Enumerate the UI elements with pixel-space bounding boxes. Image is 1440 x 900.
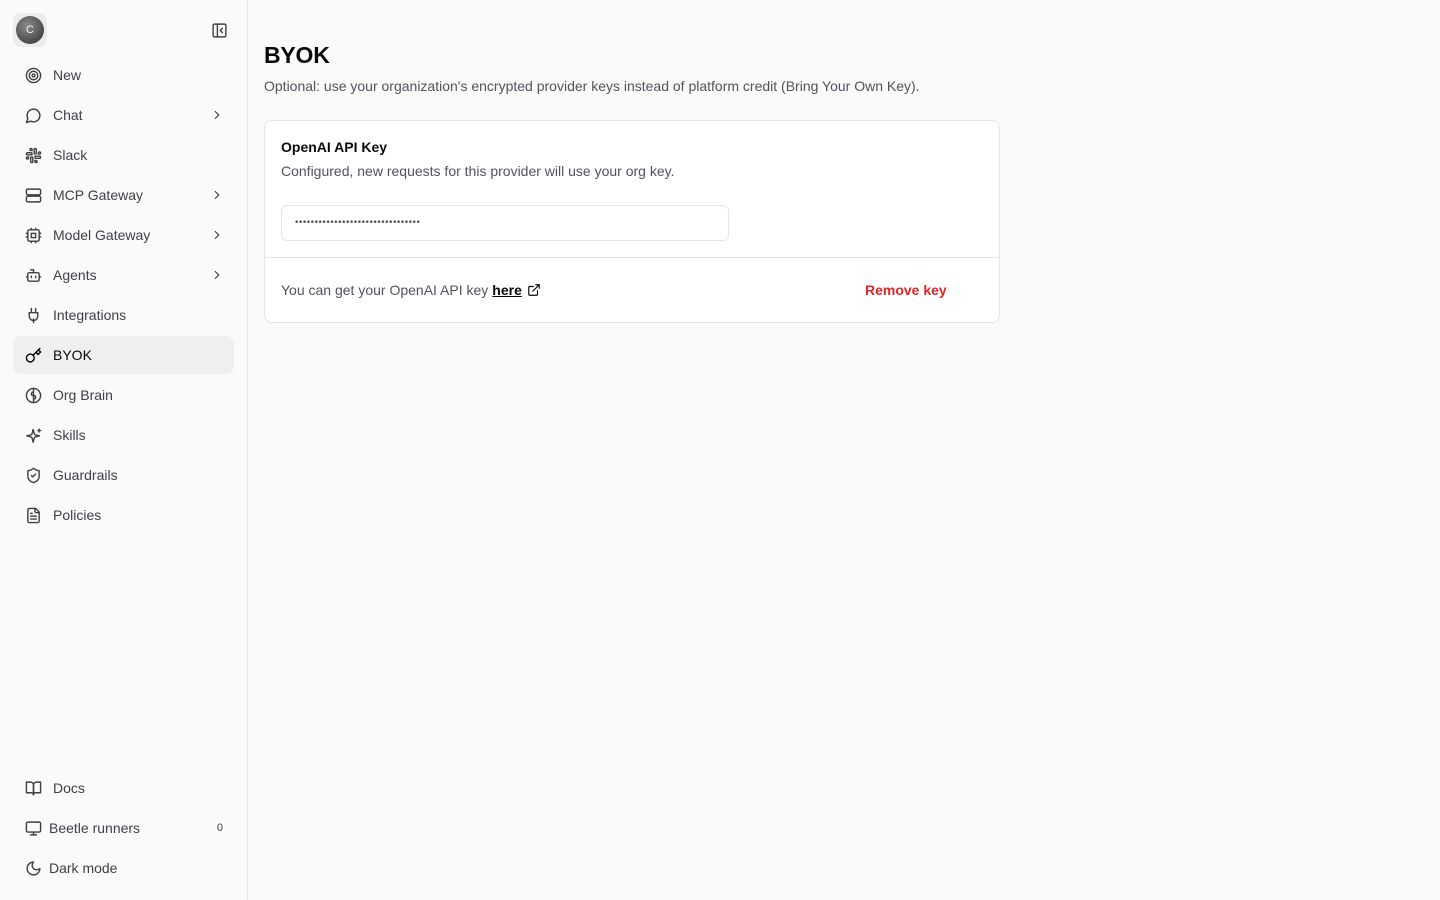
page-subtitle: Optional: use your organization's encryp… (264, 78, 920, 94)
collapse-sidebar-button[interactable] (209, 20, 229, 40)
sidebar-item-label: Chat (53, 107, 83, 123)
openai-key-card: OpenAI API Key Configured, new requests … (264, 120, 1000, 323)
external-link-icon (527, 283, 541, 297)
avatar: C (16, 16, 44, 44)
sidebar-footer: Docs Beetle runners 0 Dark mode (13, 769, 234, 889)
api-key-masked-value: •••••••••••••••••••••••••••••••• (294, 218, 421, 228)
sidebar-item-label: BYOK (53, 347, 92, 363)
main-content: BYOK Optional: use your organization's e… (248, 0, 1440, 900)
sidebar-item-label: Agents (53, 267, 97, 283)
card-footer: You can get your OpenAI API key here (281, 282, 541, 298)
cpu-icon (24, 226, 42, 244)
monitor-icon (24, 819, 42, 837)
remove-key-button[interactable]: Remove key (865, 282, 947, 298)
sidebar-item-slack[interactable]: Slack (13, 136, 234, 174)
sidebar-item-new[interactable]: New (13, 56, 234, 94)
footer-text: You can get your OpenAI API key (281, 282, 489, 298)
sidebar-item-label: New (53, 67, 82, 83)
dark-mode-label: Dark mode (49, 860, 118, 876)
shield-check-icon (24, 466, 42, 484)
link-label: here (492, 282, 522, 298)
sidebar-item-docs[interactable]: Docs (13, 769, 234, 807)
sidebar-item-label: Policies (53, 507, 102, 523)
sidebar-nav: New Chat Slack MCP Gateway Model Gateway… (13, 56, 234, 536)
page-title: BYOK (264, 42, 330, 68)
runners-count-badge: 0 (216, 822, 223, 834)
bot-icon (24, 266, 42, 284)
sidebar-item-label: Integrations (53, 307, 127, 323)
sidebar-item-org-brain[interactable]: Org Brain (13, 376, 234, 414)
get-key-link[interactable]: here (492, 282, 541, 298)
panel-left-close-icon (211, 22, 227, 38)
sidebar-item-label: MCP Gateway (53, 187, 143, 203)
chevron-right-icon (210, 188, 224, 202)
sidebar-item-integrations[interactable]: Integrations (13, 296, 234, 334)
plug-icon (24, 306, 42, 324)
card-description: Configured, new requests for this provid… (281, 163, 675, 179)
book-open-icon (24, 779, 42, 797)
sidebar-header: C (0, 0, 247, 60)
slack-icon (24, 146, 42, 164)
card-title: OpenAI API Key (281, 139, 388, 155)
sidebar: C New Chat Slack MCP Gateway Model Gatew… (0, 0, 248, 900)
moon-icon (24, 859, 42, 877)
sidebar-item-guardrails[interactable]: Guardrails (13, 456, 234, 494)
sidebar-item-agents[interactable]: Agents (13, 256, 234, 294)
sidebar-item-label: Skills (53, 427, 86, 443)
api-key-input[interactable]: •••••••••••••••••••••••••••••••• (281, 205, 729, 241)
sidebar-item-label: Docs (53, 780, 85, 796)
sidebar-item-label: Slack (53, 147, 88, 163)
key-icon (24, 346, 42, 364)
sidebar-item-chat[interactable]: Chat (13, 96, 234, 134)
sidebar-item-label: Beetle runners (49, 820, 141, 836)
sidebar-item-skills[interactable]: Skills (13, 416, 234, 454)
sidebar-item-label: Guardrails (53, 467, 118, 483)
sidebar-item-policies[interactable]: Policies (13, 496, 234, 534)
chevron-right-icon (210, 228, 224, 242)
sidebar-item-model-gateway[interactable]: Model Gateway (13, 216, 234, 254)
sidebar-item-label: Model Gateway (53, 227, 151, 243)
chevron-right-icon (210, 268, 224, 282)
file-text-icon (24, 506, 42, 524)
sparkles-icon (24, 426, 42, 444)
org-switcher[interactable]: C (13, 13, 47, 47)
sidebar-item-label: Org Brain (53, 387, 113, 403)
sidebar-item-beetle-runners[interactable]: Beetle runners 0 (13, 809, 234, 847)
message-circle-icon (24, 106, 42, 124)
target-icon (24, 66, 42, 84)
server-icon (24, 186, 42, 204)
sidebar-item-byok[interactable]: BYOK (13, 336, 234, 374)
brain-icon (24, 386, 42, 404)
chevron-right-icon (210, 108, 224, 122)
card-divider (265, 257, 999, 258)
dark-mode-toggle[interactable]: Dark mode (13, 849, 234, 887)
sidebar-item-mcp-gateway[interactable]: MCP Gateway (13, 176, 234, 214)
